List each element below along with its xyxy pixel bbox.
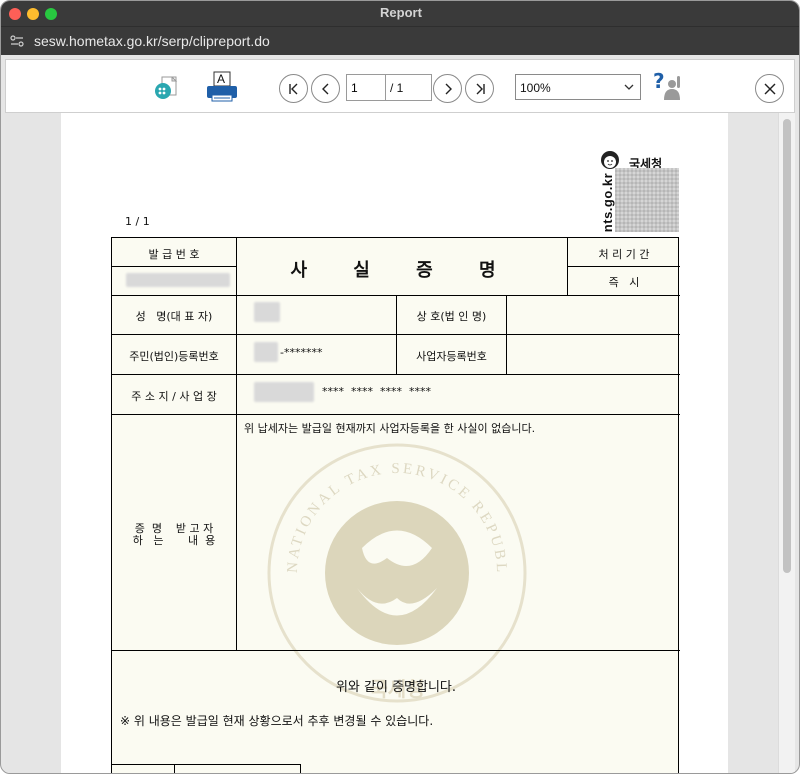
grid-line [236, 414, 237, 650]
report-toolbar: A / 1 100% ? [5, 59, 795, 113]
resident-number-label: 주민(법인)등록번호 [129, 350, 219, 363]
issue-number-label: 발 급 번 호 [148, 248, 200, 261]
name-redacted [254, 302, 280, 322]
issue-number-redacted [126, 273, 230, 287]
certificate-form: NATIONAL TAX SERVICE REPUBLIC OF KOREA 국… [111, 237, 680, 773]
report-viewer[interactable]: 1 / 1 국세청 nts.go.kr NATIONAL TAX SERVICE… [5, 113, 795, 773]
last-page-button[interactable] [465, 74, 494, 103]
page-total: / 1 [390, 81, 404, 95]
grid-line [174, 764, 175, 773]
qr-code [615, 168, 679, 232]
url-text[interactable]: sesw.hometax.go.kr/serp/clipreport.do [34, 33, 270, 49]
document-title: 사 실 증 명 [290, 260, 516, 281]
disclaimer-note: ※ 위 내용은 발급일 현재 상황으로서 추후 변경될 수 있습니다. [120, 714, 434, 728]
grid-line [112, 374, 680, 375]
close-icon [764, 83, 775, 94]
chevron-left-icon [321, 83, 328, 94]
save-icon[interactable] [152, 74, 180, 102]
address-label: 주 소 지 / 사 업 장 [131, 390, 217, 403]
next-page-button[interactable] [433, 74, 462, 103]
nts-domain: nts.go.kr [600, 172, 616, 233]
scrollbar-thumb[interactable] [783, 119, 791, 573]
previous-page-button[interactable] [311, 74, 340, 103]
grid-line [112, 266, 236, 267]
window-title: Report [380, 5, 422, 20]
browser-window: Report sesw.hometax.go.kr/serp/cliprepor… [0, 0, 800, 774]
svg-text:?: ? [653, 70, 665, 93]
vertical-scrollbar[interactable] [778, 113, 795, 773]
grid-line [567, 266, 680, 267]
resident-number-masked: -******* [280, 346, 323, 359]
grid-line [112, 764, 300, 765]
zoom-select[interactable]: 100% [515, 74, 641, 100]
nts-seal-watermark: NATIONAL TAX SERVICE REPUBLIC OF KOREA 국… [262, 438, 527, 703]
grid-line [112, 414, 680, 415]
zoom-value: 100% [520, 81, 551, 95]
close-report-button[interactable] [755, 74, 784, 103]
grid-line [112, 334, 680, 335]
last-page-icon [476, 83, 485, 94]
business-number-label: 사업자등록번호 [416, 350, 487, 363]
title-bar: Report [1, 1, 799, 26]
help-icon[interactable]: ? [651, 70, 683, 104]
first-page-icon [288, 83, 297, 94]
processing-period-value: 즉 시 [608, 276, 640, 289]
page-number-input[interactable] [347, 75, 386, 100]
chevron-right-icon [445, 83, 452, 94]
address-redacted [254, 382, 314, 402]
document-page: 1 / 1 국세청 nts.go.kr NATIONAL TAX SERVICE… [61, 113, 728, 773]
resident-number-redacted [254, 342, 278, 362]
name-label: 성 명(대 표 자) [135, 310, 213, 323]
address-bar[interactable]: sesw.hometax.go.kr/serp/clipreport.do [1, 26, 799, 55]
svg-text:A: A [217, 72, 225, 86]
page-navigator: / 1 [346, 74, 432, 101]
content-label-line2: 하 는 내 용 [132, 534, 216, 547]
grid-line [236, 295, 237, 414]
page-indicator: 1 / 1 [125, 215, 150, 228]
address-masked: **** **** **** **** [322, 385, 431, 398]
processing-period-label: 처 리 기 간 [598, 248, 650, 261]
site-settings-icon[interactable] [10, 34, 24, 48]
first-page-button[interactable] [279, 74, 308, 103]
grid-line [236, 238, 237, 295]
print-icon[interactable]: A [205, 70, 239, 104]
certify-statement: 위와 같이 증명합니다. [335, 680, 457, 695]
chevron-down-icon [624, 84, 634, 90]
certificate-content: 위 납세자는 발급일 현재까지 사업자등록을 한 사실이 없습니다. [244, 422, 536, 435]
grid-line [112, 650, 680, 651]
grid-line [300, 764, 301, 773]
nts-logo-block: 국세청 nts.go.kr [597, 149, 687, 239]
trade-name-label: 상 호(법 인 명) [416, 310, 487, 323]
